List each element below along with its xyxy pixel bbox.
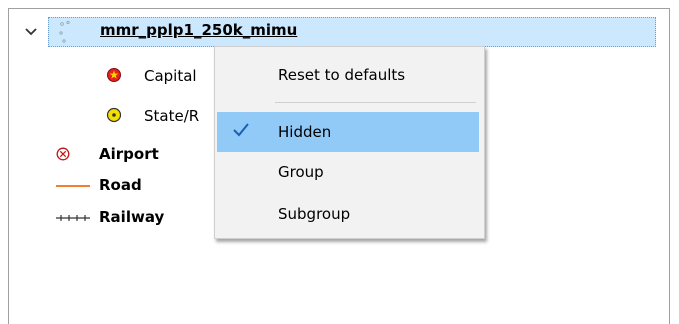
menu-separator <box>275 102 476 103</box>
capital-star-icon <box>107 68 121 82</box>
railway-icon <box>56 215 90 221</box>
tree-item-capital[interactable]: Capital <box>144 67 197 85</box>
state-dot-icon <box>106 107 122 123</box>
menu-item-reset-to-defaults[interactable]: Reset to defaults <box>215 57 484 93</box>
menu-item-subgroup[interactable]: Subgroup <box>215 196 484 232</box>
point-layer-group-icon <box>59 20 70 43</box>
road-line-icon <box>56 185 90 187</box>
menu-item-group[interactable]: Group <box>215 154 484 190</box>
tree-item-airport[interactable]: Airport <box>99 145 159 163</box>
tree-item-road[interactable]: Road <box>99 176 142 194</box>
menu-item-label: Reset to defaults <box>278 66 406 84</box>
tree-group-label: mmr_pplp1_250k_mimu <box>100 21 298 39</box>
context-menu: Reset to defaults Hidden Group Subgroup <box>214 46 485 239</box>
menu-item-label: Hidden <box>278 123 332 141</box>
checkmark-icon <box>233 123 249 137</box>
menu-item-label: Group <box>278 163 324 181</box>
menu-item-label: Subgroup <box>278 205 351 223</box>
menu-item-hidden[interactable]: Hidden <box>217 112 479 152</box>
tree-item-state[interactable]: State/R <box>144 107 199 125</box>
airport-icon <box>56 147 70 161</box>
tree-item-railway[interactable]: Railway <box>99 208 164 226</box>
chevron-down-icon[interactable] <box>24 26 38 38</box>
